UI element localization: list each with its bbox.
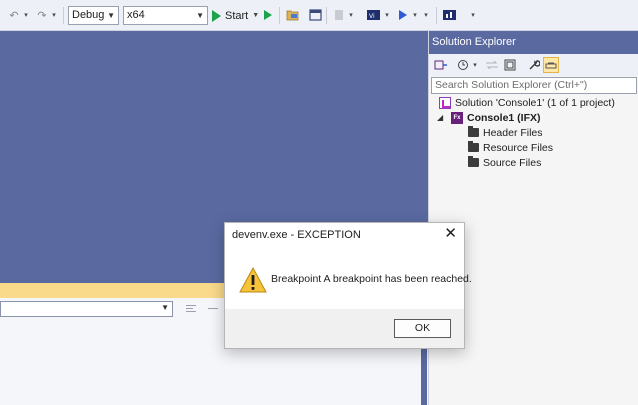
extension-icon[interactable]: Vi <box>366 6 380 24</box>
dialog-footer: OK <box>225 309 464 348</box>
undo-dropdown-icon[interactable]: ▾ <box>22 6 30 24</box>
chevron-down-icon[interactable]: ▾ <box>471 57 479 73</box>
folder-icon <box>468 141 479 152</box>
redo-icon[interactable]: ↷ <box>36 6 48 24</box>
chevron-down-icon[interactable]: ▾ <box>383 6 391 24</box>
project-icon: Fx <box>451 111 463 124</box>
disabled-tool-icon[interactable] <box>333 6 345 24</box>
configuration-select[interactable]: Debug ▼ <box>68 6 119 25</box>
solution-explorer-title: Solution Explorer <box>429 31 638 54</box>
dialog-title: devenv.exe - EXCEPTION <box>232 229 361 241</box>
pane-border <box>421 340 427 405</box>
properties-wrench-icon[interactable] <box>526 57 542 73</box>
chevron-down-icon: ▼ <box>107 11 115 20</box>
ok-button[interactable]: OK <box>394 319 451 338</box>
overflow-icon[interactable]: ▾ <box>422 6 430 24</box>
folder-label: Resource Files <box>483 141 554 154</box>
tree-folder-item[interactable]: Resource Files <box>468 140 553 155</box>
exception-dialog: devenv.exe - EXCEPTION ✕ Breakpoint A br… <box>224 222 472 349</box>
expanded-triangle-icon[interactable]: ◢ <box>437 113 447 122</box>
chevron-down-icon[interactable]: ▾ <box>411 6 419 24</box>
configuration-value: Debug <box>72 9 105 21</box>
solution-explorer-search-input[interactable]: Search Solution Explorer (Ctrl+") <box>431 77 637 94</box>
align-left-icon[interactable] <box>184 302 198 316</box>
folder-icon <box>468 156 479 167</box>
history-icon[interactable] <box>455 57 471 73</box>
project-node[interactable]: ◢ Fx Console1 (IFX) <box>437 110 541 125</box>
toolbar-separator <box>436 7 437 24</box>
dialog-body: Breakpoint A breakpoint has been reached… <box>225 247 472 309</box>
switch-views-icon[interactable] <box>433 57 449 73</box>
chart-tool-icon[interactable] <box>442 6 456 24</box>
dialog-message: Breakpoint A breakpoint has been reached… <box>271 273 472 285</box>
play-blue-icon[interactable] <box>397 6 409 24</box>
sync-icon[interactable] <box>484 57 500 73</box>
start-label: Start <box>225 9 249 22</box>
close-icon[interactable]: ✕ <box>444 226 457 241</box>
platform-select[interactable]: x64 ▼ <box>123 6 208 25</box>
solution-node[interactable]: Solution 'Console1' (1 of 1 project) <box>439 95 615 110</box>
svg-text:Vi: Vi <box>369 13 375 20</box>
folder-icon <box>468 126 479 137</box>
chevron-down-icon: ▼ <box>196 11 204 20</box>
tree-folder-item[interactable]: Source Files <box>468 155 541 170</box>
redo-dropdown-icon[interactable]: ▾ <box>50 6 58 24</box>
solution-icon <box>439 96 451 109</box>
undo-icon[interactable]: ↶ <box>8 6 20 24</box>
project-label: Console1 (IFX) <box>467 111 541 124</box>
overflow-icon[interactable]: ▾ <box>469 6 477 24</box>
solution-explorer-toolbar: ▾ <box>429 54 638 76</box>
chevron-down-icon: ▼ <box>252 12 260 19</box>
clear-all-icon[interactable] <box>206 302 220 316</box>
start-without-debugging-icon[interactable] <box>262 6 274 24</box>
toolbar-separator <box>63 7 64 24</box>
platform-value: x64 <box>127 9 145 21</box>
toolbar-separator <box>279 7 280 24</box>
chevron-down-icon: ▼ <box>161 303 169 312</box>
folder-label: Source Files <box>483 156 542 169</box>
play-icon <box>212 9 221 22</box>
main-toolbar: ↶ ▾ ↷ ▾ Debug ▼ x64 ▼ Start ▼ ▾ Vi ▾ ▾ ▾… <box>0 0 638 31</box>
output-source-select[interactable]: ▼ <box>0 301 173 317</box>
collapse-all-icon[interactable] <box>502 57 518 73</box>
chevron-down-icon[interactable]: ▾ <box>347 6 355 24</box>
window-icon[interactable] <box>308 6 322 24</box>
preview-selected-icon[interactable] <box>543 57 559 73</box>
toolbar-separator <box>326 7 327 24</box>
tree-folder-item[interactable]: Header Files <box>468 125 543 140</box>
folder-label: Header Files <box>483 126 543 139</box>
folder-open-icon[interactable] <box>285 6 299 24</box>
warning-icon <box>239 267 267 293</box>
start-debugging-button[interactable]: Start ▼ <box>212 6 259 25</box>
solution-label: Solution 'Console1' (1 of 1 project) <box>455 96 615 109</box>
